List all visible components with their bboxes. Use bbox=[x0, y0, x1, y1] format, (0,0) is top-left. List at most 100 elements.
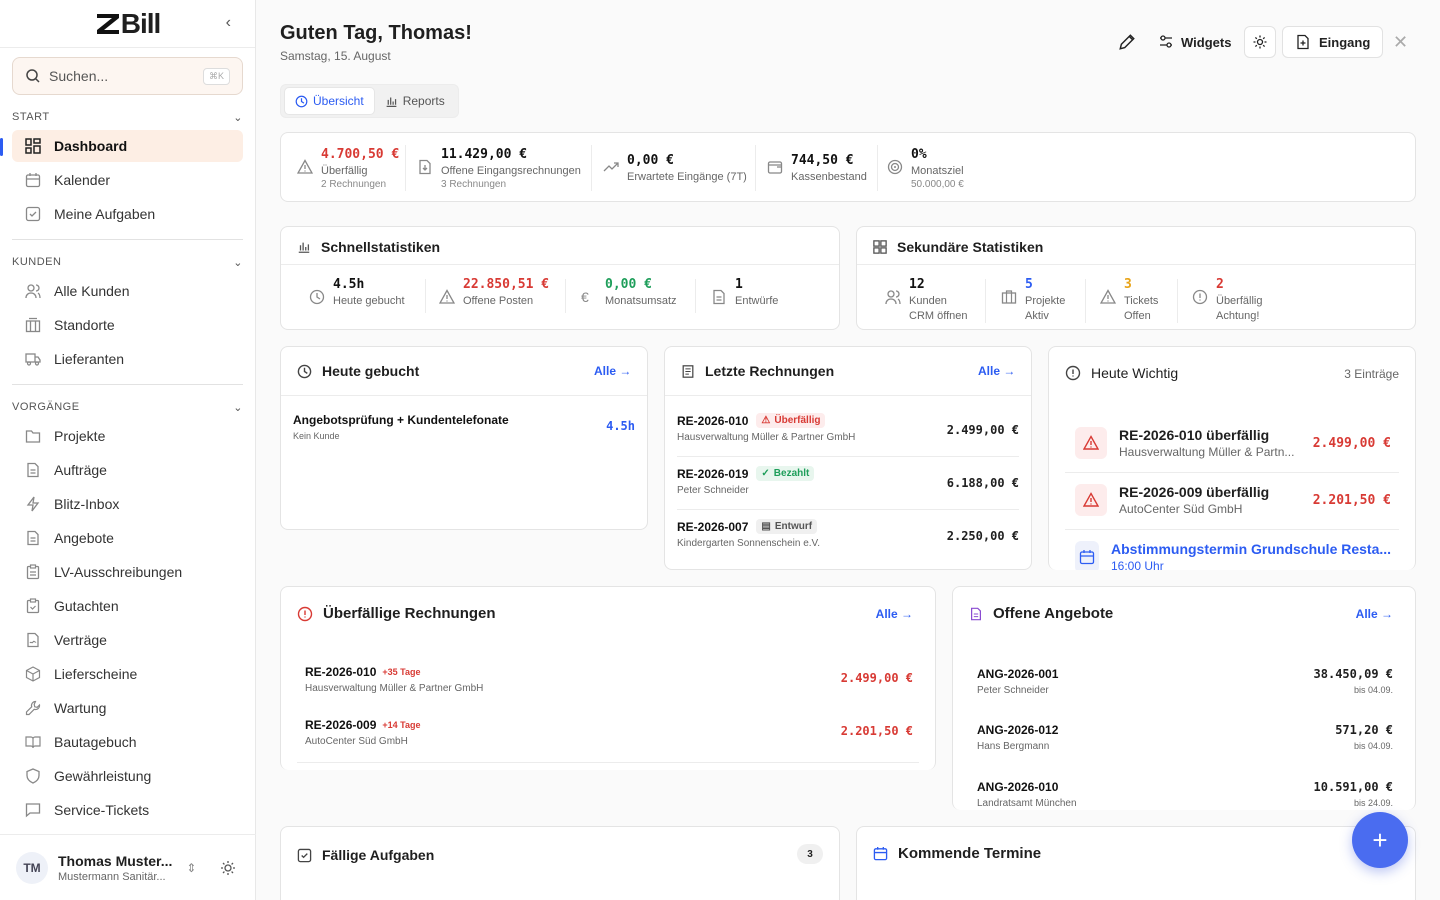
sidebar-divider bbox=[12, 239, 243, 240]
chevrons-up-down-icon[interactable]: ⇕ bbox=[186, 861, 196, 875]
stat-monatsumsatz[interactable]: € 0,00 € Monatsumsatz bbox=[581, 277, 677, 307]
stat-entwuerfe[interactable]: 1 Entwürfe bbox=[711, 277, 778, 307]
sidebar-item-label: LV-Ausschreibungen bbox=[54, 564, 183, 580]
item-title: RE-2026-009 überfällig bbox=[1119, 484, 1270, 500]
invoice-row[interactable]: RE-2026-007 ▤ Entwurf Kindergarten Sonnens… bbox=[677, 519, 1019, 549]
sidebar-item-lieferanten[interactable]: Lieferanten bbox=[12, 343, 243, 375]
kpi-ueberfaellig[interactable]: 4.700,50 € Überfällig 2 Rechnungen bbox=[297, 147, 399, 190]
sidebar-item-gewaehrleistung[interactable]: Gewährleistung bbox=[12, 760, 243, 792]
offer-id: ANG-2026-012 bbox=[977, 723, 1059, 737]
alle-link[interactable]: Alle → bbox=[594, 364, 631, 378]
section-vorgaenge[interactable]: VORGÄNGE ⌄ bbox=[12, 401, 243, 414]
sidebar-item-vertraege[interactable]: Verträge bbox=[12, 624, 243, 656]
task-count-badge: 3 bbox=[797, 844, 823, 864]
sidebar-item-label: Kalender bbox=[54, 172, 111, 188]
sidebar-item-lv-ausschreibungen[interactable]: LV-Ausschreibungen bbox=[12, 556, 243, 588]
entry-title: Angebotsprüfung + Kundentelefonate bbox=[293, 413, 509, 427]
invoice-id: RE-2026-010 bbox=[305, 665, 377, 679]
tab-reports[interactable]: Reports bbox=[375, 87, 455, 115]
tab-uebersicht[interactable]: Übersicht bbox=[284, 87, 375, 115]
sidebar-item-dashboard[interactable]: Dashboard bbox=[12, 130, 243, 162]
user-menu[interactable]: TM Thomas Muster... Mustermann Sanitär..… bbox=[0, 834, 256, 900]
sun-icon[interactable] bbox=[220, 860, 236, 876]
settings-button[interactable] bbox=[1244, 26, 1276, 58]
overdue-invoice-row[interactable]: RE-2026-010 +35 Tage Hausverwaltung Mülle… bbox=[305, 665, 913, 694]
sidebar-item-kalender[interactable]: Kalender bbox=[12, 164, 243, 196]
sidebar-item-label: Angebote bbox=[54, 530, 114, 546]
sidebar-item-auftraege[interactable]: Aufträge bbox=[12, 454, 243, 486]
stat-label: Überfällig bbox=[1216, 295, 1263, 307]
section-start[interactable]: START ⌄ bbox=[12, 111, 243, 124]
row-divider bbox=[297, 762, 919, 763]
sidebar-item-bautagebuch[interactable]: Bautagebuch bbox=[12, 726, 243, 758]
truck-icon bbox=[24, 350, 42, 368]
stat-kunden[interactable]: 12 Kunden CRM öffnen bbox=[885, 277, 968, 322]
row-divider bbox=[677, 456, 1019, 457]
clock-icon bbox=[297, 364, 312, 379]
sidebar-item-gutachten[interactable]: Gutachten bbox=[12, 590, 243, 622]
section-kunden[interactable]: KUNDEN ⌄ bbox=[12, 256, 243, 269]
search-input[interactable]: Suchen... ⌘K bbox=[12, 57, 243, 95]
file-plus-icon bbox=[1297, 34, 1309, 50]
edit-button[interactable] bbox=[1118, 26, 1136, 58]
overdue-invoice-row[interactable]: RE-2026-009 +14 Tage AutoCenter Süd GmbH … bbox=[305, 718, 913, 747]
important-item[interactable]: Abstimmungstermin Grundschule Resta... 1… bbox=[1065, 533, 1401, 570]
stat-label: Heute gebucht bbox=[333, 295, 405, 307]
offer-row[interactable]: ANG-2026-001 Peter Schneider 38.450,09 €… bbox=[977, 667, 1393, 696]
letzte-rechnungen-card: Letzte Rechnungen Alle → RE-2026-010 ⚠ Übe… bbox=[664, 346, 1032, 570]
kpi-label: Monatsziel bbox=[911, 165, 964, 177]
collapse-sidebar-icon[interactable]: ‹ bbox=[226, 14, 231, 32]
sidebar-item-projekte[interactable]: Projekte bbox=[12, 420, 243, 452]
stat-divider bbox=[985, 279, 986, 323]
contract-icon bbox=[24, 631, 42, 649]
alle-link[interactable]: Alle → bbox=[978, 364, 1015, 378]
offer-row[interactable]: ANG-2026-010 Landratsamt München 10.591,… bbox=[977, 780, 1393, 809]
app-logo[interactable]: Bill bbox=[95, 8, 161, 40]
add-button[interactable]: + bbox=[1352, 812, 1408, 868]
sidebar-item-label: Projekte bbox=[54, 428, 106, 444]
alle-link[interactable]: Alle → bbox=[876, 607, 913, 621]
entry-hours: 4.5h bbox=[606, 419, 635, 433]
important-item[interactable]: RE-2026-010 überfällig Hausverwaltung Mü… bbox=[1065, 419, 1401, 467]
close-icon[interactable]: ✕ bbox=[1393, 26, 1408, 58]
time-entry[interactable]: Angebotsprüfung + Kundentelefonate Kein … bbox=[293, 413, 635, 441]
sidebar-item-wartung[interactable]: Wartung bbox=[12, 692, 243, 724]
item-amount: 2.499,00 € bbox=[1312, 435, 1391, 451]
kpi-eingangsrechnungen[interactable]: 11.429,00 € Offene Eingangsrechnungen 3 Re… bbox=[417, 147, 581, 190]
lightning-icon bbox=[24, 495, 42, 513]
stat-sub: Aktiv bbox=[1025, 310, 1049, 322]
user-company: Mustermann Sanitär... bbox=[58, 870, 166, 883]
kommende-termine-card: Kommende Termine bbox=[856, 826, 1416, 900]
stat-tickets[interactable]: 3 Tickets Offen bbox=[1100, 277, 1158, 322]
offer-customer: Peter Schneider bbox=[977, 685, 1049, 696]
sidebar-item-lieferscheine[interactable]: Lieferscheine bbox=[12, 658, 243, 690]
invoice-id: RE-2026-019 bbox=[677, 466, 749, 481]
stat-value: 2 bbox=[1216, 277, 1224, 292]
alle-link[interactable]: Alle → bbox=[1356, 607, 1393, 621]
stat-projekte[interactable]: 5 Projekte Aktiv bbox=[1001, 277, 1065, 322]
widgets-button[interactable]: Widgets bbox=[1158, 26, 1231, 58]
eingang-button[interactable]: Eingang bbox=[1282, 26, 1384, 58]
sidebar-item-standorte[interactable]: Standorte bbox=[12, 309, 243, 341]
sidebar-item-meine-aufgaben[interactable]: Meine Aufgaben bbox=[12, 198, 243, 230]
sidebar-item-blitz-inbox[interactable]: Blitz-Inbox bbox=[12, 488, 243, 520]
offer-due: bis 24.09. bbox=[1353, 798, 1393, 808]
invoice-row[interactable]: RE-2026-019 ✓ Bezahlt Peter Schneider 6.18… bbox=[677, 466, 1019, 496]
message-square-icon bbox=[24, 801, 42, 819]
status-label: Entwurf bbox=[774, 521, 813, 532]
kpi-strip: 4.700,50 € Überfällig 2 Rechnungen 11.429,… bbox=[280, 132, 1416, 202]
sidebar-item-alle-kunden[interactable]: Alle Kunden bbox=[12, 275, 243, 307]
sidebar-item-angebote[interactable]: Angebote bbox=[12, 522, 243, 554]
kpi-monatsziel[interactable]: 0% Monatsziel 50.000,00 € bbox=[887, 147, 964, 190]
kpi-erwartete-eingaenge[interactable]: 0,00 € Erwartete Eingänge (7T) bbox=[603, 153, 747, 183]
stat-ueberfaellig[interactable]: 2 Überfällig Achtung! bbox=[1192, 277, 1262, 322]
stat-heute-gebucht[interactable]: 4.5h Heute gebucht bbox=[309, 277, 405, 307]
invoice-amount: 2.250,00 € bbox=[946, 529, 1019, 543]
stat-offene-posten[interactable]: 22.850,51 € Offene Posten bbox=[439, 277, 549, 307]
invoice-customer: AutoCenter Süd GmbH bbox=[305, 736, 408, 747]
important-item[interactable]: RE-2026-009 überfällig AutoCenter Süd Gm… bbox=[1065, 476, 1401, 524]
offer-row[interactable]: ANG-2026-012 Hans Bergmann 571,20 € bis … bbox=[977, 723, 1393, 752]
sidebar-item-service-tickets[interactable]: Service-Tickets bbox=[12, 794, 243, 826]
kpi-kassenbestand[interactable]: 744,50 € Kassenbestand bbox=[767, 153, 867, 183]
invoice-row[interactable]: RE-2026-010 ⚠ Überfällig Hausverwaltung Mü… bbox=[677, 413, 1019, 443]
